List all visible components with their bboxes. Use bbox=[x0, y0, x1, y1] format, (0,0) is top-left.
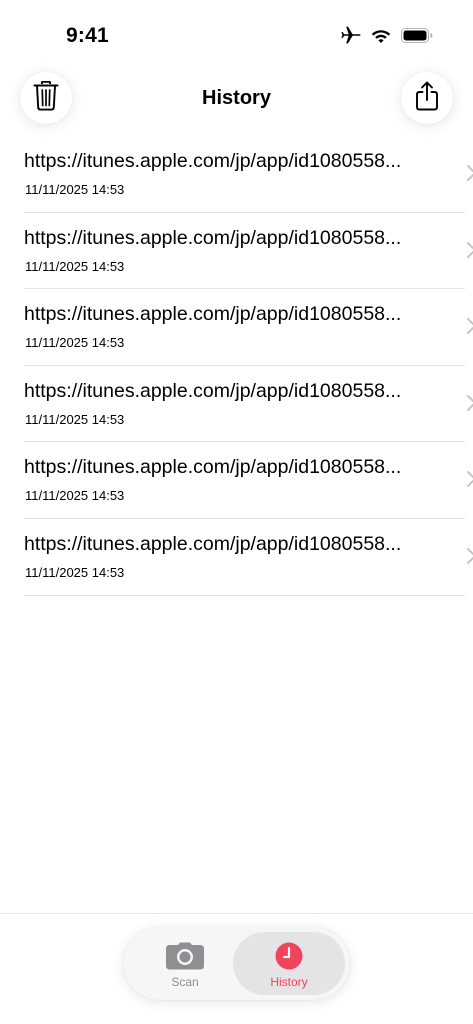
chevron-right-icon bbox=[465, 547, 473, 565]
tab-scan[interactable]: Scan bbox=[129, 932, 241, 995]
screen: 9:41 History https://itunes.apple.com/jp… bbox=[0, 0, 473, 1024]
history-url: https://itunes.apple.com/jp/app/id108055… bbox=[24, 150, 402, 172]
chevron-right-icon bbox=[465, 317, 473, 335]
tab-bar: Scan History bbox=[123, 927, 350, 1000]
history-row[interactable]: https://itunes.apple.com/jp/app/id108055… bbox=[24, 442, 473, 519]
tab-bar-divider bbox=[0, 913, 473, 914]
camera-icon bbox=[165, 941, 205, 971]
tab-scan-label: Scan bbox=[171, 975, 199, 989]
history-date: 11/11/2025 14:53 bbox=[25, 411, 125, 427]
airplane-icon bbox=[341, 26, 361, 49]
history-row[interactable]: https://itunes.apple.com/jp/app/id108055… bbox=[24, 519, 473, 596]
chevron-right-icon bbox=[465, 241, 473, 259]
history-date: 11/11/2025 14:53 bbox=[25, 564, 125, 580]
history-url: https://itunes.apple.com/jp/app/id108055… bbox=[24, 303, 402, 326]
tab-history[interactable]: History bbox=[233, 932, 345, 995]
history-list: https://itunes.apple.com/jp/app/id108055… bbox=[0, 136, 473, 596]
status-icons bbox=[341, 26, 433, 49]
history-row[interactable]: https://itunes.apple.com/jp/app/id108055… bbox=[24, 289, 473, 366]
history-url: https://itunes.apple.com/jp/app/id108055… bbox=[24, 226, 402, 249]
battery-icon bbox=[401, 27, 433, 48]
history-date: 11/11/2025 14:53 bbox=[25, 488, 125, 504]
history-url: https://itunes.apple.com/jp/app/id108055… bbox=[24, 379, 402, 402]
status-time: 9:41 bbox=[66, 24, 109, 47]
history-url: https://itunes.apple.com/jp/app/id108055… bbox=[24, 456, 402, 479]
share-icon bbox=[415, 81, 439, 116]
chevron-right-icon bbox=[465, 470, 473, 488]
clock-icon bbox=[275, 941, 303, 971]
wifi-icon bbox=[371, 28, 391, 48]
history-date: 11/11/2025 14:53 bbox=[25, 182, 125, 197]
history-date: 11/11/2025 14:53 bbox=[25, 258, 125, 274]
status-bar: 9:41 bbox=[0, 0, 473, 60]
chevron-right-icon bbox=[465, 164, 473, 182]
chevron-right-icon bbox=[465, 394, 473, 412]
history-row[interactable]: https://itunes.apple.com/jp/app/id108055… bbox=[24, 366, 473, 443]
history-date: 11/11/2025 14:53 bbox=[25, 335, 125, 351]
history-row[interactable]: https://itunes.apple.com/jp/app/id108055… bbox=[24, 136, 473, 213]
share-button[interactable] bbox=[401, 72, 453, 124]
nav-bar: History bbox=[0, 70, 473, 126]
tab-history-label: History bbox=[270, 975, 308, 989]
history-url: https://itunes.apple.com/jp/app/id108055… bbox=[24, 532, 402, 555]
history-row[interactable]: https://itunes.apple.com/jp/app/id108055… bbox=[24, 213, 473, 290]
